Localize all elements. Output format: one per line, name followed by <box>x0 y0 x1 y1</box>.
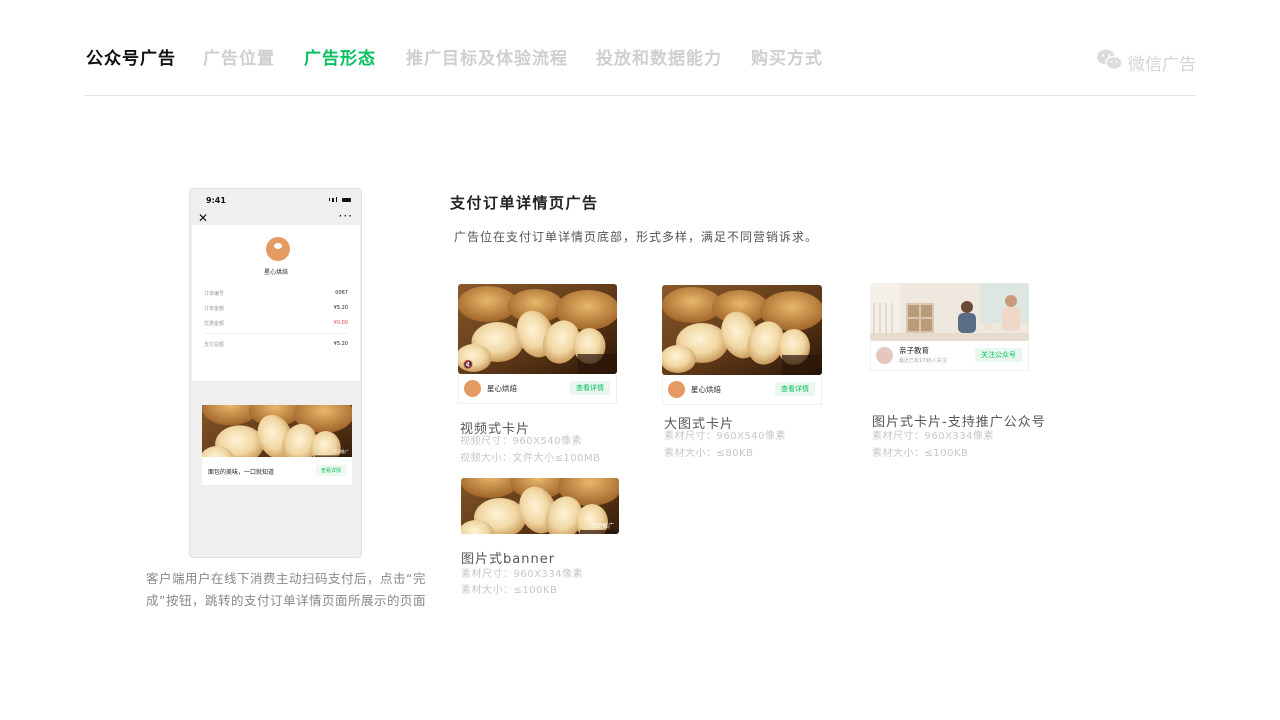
image-media <box>662 285 822 375</box>
banner-media: 活动推广 <box>461 478 619 534</box>
brand-label: 微信广告 <box>1128 55 1196 75</box>
image-media <box>870 283 1029 341</box>
merchant-name: 星心烘焙 <box>487 384 517 393</box>
ad-tag: 活动推广 <box>589 523 614 530</box>
tab-ad-position[interactable]: 广告位置 <box>203 44 275 69</box>
row-value: ¥5.20 <box>333 341 348 347</box>
tab-official-account-ads[interactable]: 公众号广告 <box>86 44 176 69</box>
phone-time: 9:41 <box>206 196 226 205</box>
merchant-name: 星心烘焙 <box>691 385 721 394</box>
bread-image <box>458 284 617 374</box>
account-name: 亲子教育 <box>899 346 929 355</box>
big-image-card-ad[interactable]: 星心烘焙 查看详情 <box>662 285 822 405</box>
phone-status-bar: 9:41 <box>190 189 361 211</box>
bread-image <box>202 405 352 457</box>
ad-spec: 素材尺寸：960X540像素 <box>664 431 787 442</box>
row-value: ¥0.00 <box>333 320 348 326</box>
ad-spec: 视频大小：文件大小≤100MB <box>460 453 601 464</box>
follow-account-button[interactable]: 关注公众号 <box>975 348 1022 362</box>
phone-banner-ad[interactable]: 活动推广 面包的美味，一口就知道 查看详情 <box>202 405 352 485</box>
tab-promotion-goals[interactable]: 推广目标及体验流程 <box>406 44 568 69</box>
row-value: 0067 <box>335 290 348 296</box>
order-row: 优惠金额 ¥0.00 <box>204 320 348 327</box>
ad-spec: 素材尺寸：960X334像素 <box>872 431 995 442</box>
account-followers: 最近已有1796人关注 <box>899 358 947 364</box>
video-card-ad[interactable]: 🔇 星心烘焙 查看详情 <box>458 284 617 404</box>
ad-spec: 素材大小：≤100KB <box>461 585 558 596</box>
account-avatar <box>876 347 893 364</box>
signal-battery-icon <box>328 197 351 202</box>
close-icon[interactable]: ✕ <box>198 211 208 225</box>
view-details-button[interactable]: 查看详情 <box>775 382 815 396</box>
mute-icon[interactable]: 🔇 <box>463 360 473 369</box>
row-label: 订单金额 <box>204 306 225 312</box>
ad-text: 面包的美味，一口就知道 <box>208 469 275 476</box>
row-value: ¥5.20 <box>333 305 348 311</box>
more-icon[interactable]: ··· <box>339 209 353 223</box>
order-detail-card: 星心烘焙 订单编号 0067 订单金额 ¥5.20 优惠金额 ¥0.00 支付总… <box>192 225 360 381</box>
ad-name: 图片式banner <box>461 552 556 567</box>
row-divider <box>204 333 348 334</box>
section-title: 支付订单详情页广告 <box>450 194 599 212</box>
section-description: 广告位在支付订单详情页底部，形式多样，满足不同营销诉求。 <box>454 230 819 244</box>
merchant-avatar <box>266 237 290 261</box>
row-label: 支付总额 <box>204 342 225 348</box>
view-details-button[interactable]: 查看详情 <box>315 465 346 476</box>
tab-purchase-method[interactable]: 购买方式 <box>751 44 823 69</box>
ad-spec: 素材大小：≤80KB <box>664 448 754 459</box>
phone-mockup: 9:41 ✕ ··· 星心烘焙 订单编号 0067 订单金额 ¥5.20 优惠金… <box>189 188 362 558</box>
family-image <box>870 283 1029 341</box>
image-banner-ad[interactable]: 活动推广 <box>461 478 619 534</box>
ad-spec: 视频尺寸：960X540像素 <box>460 436 583 447</box>
order-row: 支付总额 ¥5.20 <box>204 341 348 348</box>
header-divider <box>84 95 1196 96</box>
ad-footer: 星心烘焙 查看详情 <box>662 375 822 405</box>
ad-name: 图片式卡片-支持推广公众号 <box>872 415 1046 430</box>
merchant-name: 星心烘焙 <box>263 269 288 276</box>
video-media: 🔇 <box>458 284 617 374</box>
ad-tag: 活动推广 <box>333 449 349 454</box>
ad-spec: 素材尺寸：960X334像素 <box>461 569 584 580</box>
row-label: 订单编号 <box>204 291 225 297</box>
ad-footer: 星心烘焙 查看详情 <box>458 374 617 404</box>
order-row: 订单金额 ¥5.20 <box>204 305 348 312</box>
tab-delivery-data[interactable]: 投放和数据能力 <box>596 44 722 69</box>
wechat-icon <box>1096 48 1124 77</box>
view-details-button[interactable]: 查看详情 <box>570 381 610 395</box>
image-card-ad[interactable]: 亲子教育 最近已有1796人关注 关注公众号 <box>870 283 1029 371</box>
ad-footer: 亲子教育 最近已有1796人关注 关注公众号 <box>870 341 1029 371</box>
row-label: 优惠金额 <box>204 321 225 327</box>
ad-spec: 素材大小：≤100KB <box>872 448 969 459</box>
merchant-avatar <box>668 381 685 398</box>
merchant-avatar <box>464 380 481 397</box>
bread-image <box>662 285 822 375</box>
wechat-ads-logo: 微信广告 <box>1096 48 1196 77</box>
tab-ad-form[interactable]: 广告形态 <box>304 44 376 69</box>
phone-caption: 客户端用户在线下消费主动扫码支付后，点击“完成”按钮，跳转的支付订单详情页面所展… <box>146 571 426 608</box>
order-row: 订单编号 0067 <box>204 290 348 297</box>
